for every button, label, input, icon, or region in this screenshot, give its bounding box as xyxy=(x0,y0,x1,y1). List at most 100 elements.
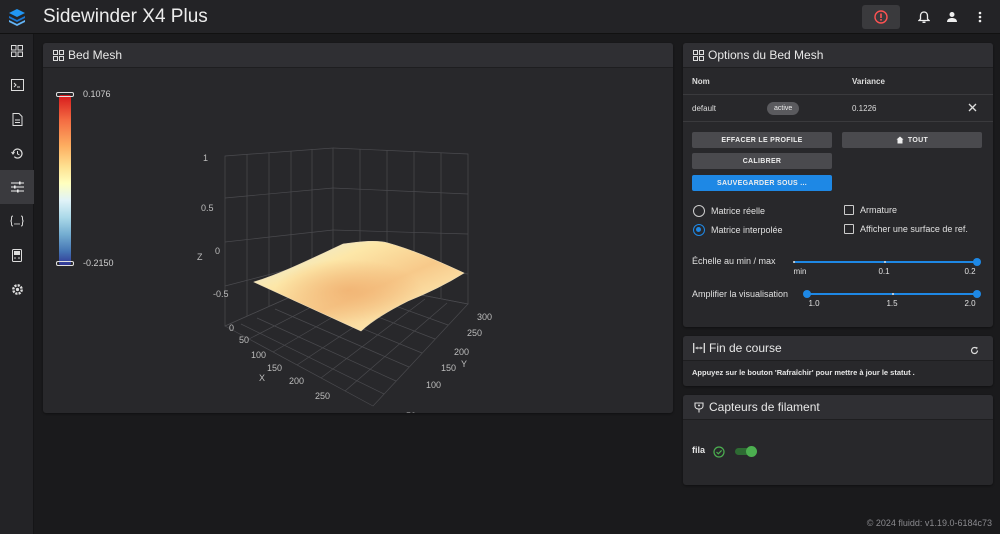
nav-console[interactable] xyxy=(0,68,34,102)
amplify-slider-thumb[interactable] xyxy=(973,290,981,298)
nav-macros[interactable] xyxy=(0,204,34,238)
profile-variance: 0.1226 xyxy=(852,103,877,113)
bed-mesh-title: Bed Mesh xyxy=(68,48,123,62)
amplify-tick-2-0: 2.0 xyxy=(964,299,976,308)
z-axis-label: Z xyxy=(197,252,203,262)
scale-tick-0-2: 0.2 xyxy=(964,267,976,276)
radio-real-label: Matrice réelle xyxy=(711,206,766,216)
filament-header: Capteurs de filament xyxy=(683,395,993,420)
x-axis-label: X xyxy=(259,373,265,383)
table-row[interactable]: default active 0.1226 xyxy=(683,95,993,122)
footer-version: © 2024 fluidd: v1.19.0-6184c73 xyxy=(866,518,992,528)
z-tick-0-5: 0.5 xyxy=(201,203,214,213)
z-tick-1: 1 xyxy=(203,153,208,163)
x-tick-250: 250 xyxy=(315,391,330,401)
profile-name: default xyxy=(692,103,717,113)
refresh-endstops-button[interactable] xyxy=(970,344,979,358)
user-icon xyxy=(947,12,957,22)
close-icon xyxy=(968,103,977,112)
radio-on-icon xyxy=(693,224,705,236)
amplify-tick-1-5: 1.5 xyxy=(886,299,898,308)
grid-icon xyxy=(693,49,704,61)
sensor-name: fila xyxy=(692,445,706,455)
checkbox-icon xyxy=(844,224,854,234)
refresh-icon xyxy=(970,346,979,355)
console-icon xyxy=(10,79,24,91)
save-as-button[interactable]: SAUVEGARDER SOUS ... xyxy=(692,175,832,191)
bell-icon xyxy=(918,10,930,23)
z-tick-neg-0-5: -0.5 xyxy=(213,289,229,299)
options-header: Options du Bed Mesh xyxy=(683,43,993,68)
scale-tick-min: min xyxy=(793,267,807,276)
macros-icon xyxy=(10,215,24,227)
y-tick-50: 50 xyxy=(406,411,416,413)
grid-icon xyxy=(53,49,64,61)
z-tick-0: 0 xyxy=(215,246,220,256)
radio-real-matrix[interactable]: Matrice réelle xyxy=(693,205,765,217)
sensor-detected-icon xyxy=(713,445,725,463)
endstops-header: Fin de course xyxy=(683,336,993,361)
endstops-card: Fin de course Appuyez sur le bouton 'Raf… xyxy=(683,336,993,386)
scale-tick-0-1: 0.1 xyxy=(878,267,890,276)
radio-interpolated-matrix[interactable]: Matrice interpolée xyxy=(693,224,783,236)
history-icon xyxy=(10,147,23,159)
col-variance: Variance xyxy=(852,76,885,86)
remove-profile-button[interactable] xyxy=(968,103,977,114)
x-tick-200: 200 xyxy=(289,376,304,386)
scale-slider-thumb[interactable] xyxy=(973,258,981,266)
radio-interp-label: Matrice interpolée xyxy=(711,225,783,235)
endstop-icon xyxy=(693,343,705,353)
radio-off-icon xyxy=(693,205,705,217)
y-tick-200: 200 xyxy=(454,347,469,357)
z-tick-origin: 0 xyxy=(229,323,234,333)
fluidd-logo-icon[interactable] xyxy=(0,0,34,34)
options-title: Options du Bed Mesh xyxy=(708,48,824,62)
mesh-3d-view: 1 0.5 0 -0.5 0 Z 50 100 150 200 250 X 30… xyxy=(197,147,492,413)
x-tick-100: 100 xyxy=(251,350,266,360)
filament-sensor-icon xyxy=(693,401,705,413)
nav-files[interactable] xyxy=(0,102,34,136)
filament-sensors-card: Capteurs de filament fila xyxy=(683,395,993,485)
bed-mesh-card: Bed Mesh 0.1076 -0.2150 1 0.5 0 -0.5 0 Z… xyxy=(43,43,673,413)
y-tick-100: 100 xyxy=(426,380,441,390)
calibrate-button[interactable]: CALIBRER xyxy=(692,153,832,169)
system-icon xyxy=(12,248,22,262)
amplify-slider-min-thumb[interactable] xyxy=(803,290,811,298)
emergency-stop-button[interactable] xyxy=(862,5,900,29)
endstops-message: Appuyez sur le bouton 'Rafraîchir' pour … xyxy=(692,368,915,377)
y-tick-150: 150 xyxy=(441,363,456,373)
home-all-button[interactable]: TOUT xyxy=(842,132,982,148)
filament-title: Capteurs de filament xyxy=(709,400,820,414)
scale-slider-label: Échelle au min / max xyxy=(692,256,776,266)
side-navigation xyxy=(0,34,34,534)
endstops-title: Fin de course xyxy=(709,341,782,355)
amplify-slider-label: Amplifier la visualisation xyxy=(692,289,789,299)
checkbox-reference-surface[interactable]: Afficher une surface de ref. xyxy=(844,224,968,234)
nav-history[interactable] xyxy=(0,136,34,170)
status-badge: active xyxy=(767,102,800,115)
user-button[interactable] xyxy=(938,0,966,34)
nav-settings[interactable] xyxy=(0,272,34,306)
emergency-stop-icon xyxy=(874,10,888,24)
bed-mesh-plot[interactable]: 0.1076 -0.2150 1 0.5 0 -0.5 0 Z 50 100 1… xyxy=(43,68,673,413)
home-icon xyxy=(896,136,904,144)
col-name: Nom xyxy=(692,76,710,86)
y-tick-300: 300 xyxy=(477,312,492,322)
nav-system[interactable] xyxy=(0,238,34,272)
notifications-button[interactable] xyxy=(910,0,938,34)
tune-icon xyxy=(10,181,24,193)
x-tick-50: 50 xyxy=(239,335,249,345)
clear-profile-button[interactable]: EFFACER LE PROFILE xyxy=(692,132,832,148)
more-menu-button[interactable] xyxy=(966,0,994,34)
x-tick-150: 150 xyxy=(267,363,282,373)
amplify-tick-1-0: 1.0 xyxy=(808,299,820,308)
reference-surface-label: Afficher une surface de ref. xyxy=(860,224,968,234)
checkbox-wireframe[interactable]: Armature xyxy=(844,205,897,215)
bed-mesh-header: Bed Mesh xyxy=(43,43,673,68)
home-all-label: TOUT xyxy=(907,136,929,144)
sensor-enable-toggle[interactable] xyxy=(735,446,757,457)
more-vert-icon xyxy=(978,11,982,23)
nav-dashboard[interactable] xyxy=(0,34,34,68)
wireframe-label: Armature xyxy=(860,205,898,215)
nav-tune[interactable] xyxy=(0,170,34,204)
